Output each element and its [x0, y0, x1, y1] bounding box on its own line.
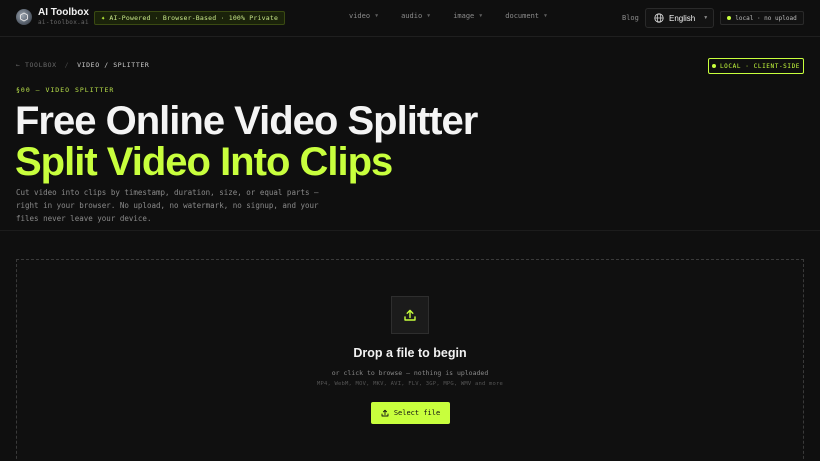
- breadcrumb-current: VIDEO / SPLITTER: [77, 61, 150, 69]
- chevron-down-icon: ▼: [544, 13, 548, 19]
- nav-item-label: image: [453, 12, 475, 20]
- chevron-down-icon: ▼: [703, 15, 709, 21]
- page-subtitle: Split Video Into Clips: [15, 140, 393, 184]
- section-divider: [0, 230, 820, 231]
- local-status-text: local · no upload: [735, 14, 797, 22]
- logo-icon: [16, 9, 32, 25]
- nav-item-label: document: [505, 12, 539, 20]
- ai-powered-badge-text: AI-Powered · Browser-Based · 100% Privat…: [109, 14, 279, 22]
- select-file-button[interactable]: Select file: [371, 402, 450, 424]
- nav-item-audio[interactable]: audio ▼: [401, 12, 430, 20]
- logo-title: AI Toolbox: [38, 7, 89, 18]
- upload-icon: [404, 309, 416, 321]
- nav-item-image[interactable]: image ▼: [453, 12, 482, 20]
- sparkle-icon: ✦: [101, 14, 106, 22]
- drop-zone-title: Drop a file to begin: [353, 346, 467, 360]
- select-file-label: Select file: [393, 409, 441, 417]
- supported-formats: MP4, WebM, MOV, MKV, AVI, FLV, 3GP, MPG,…: [316, 381, 504, 387]
- breadcrumb-toolbox-link[interactable]: ← TOOLBOX: [16, 61, 57, 69]
- local-status-badge: local · no upload: [720, 11, 804, 25]
- drop-zone-subtitle: or click to browse — nothing is uploaded: [331, 369, 489, 377]
- page-description: Cut video into clips by timestamp, durat…: [16, 188, 319, 223]
- client-side-badge: LOCAL · CLIENT-SIDE: [708, 58, 804, 74]
- status-dot-icon: [727, 16, 732, 20]
- breadcrumb-separator: /: [64, 61, 70, 69]
- nav-item-label: audio: [401, 12, 423, 20]
- main-nav: video ▼ audio ▼ image ▼ document ▼: [349, 12, 570, 20]
- upload-icon-box[interactable]: [391, 296, 429, 334]
- page-title: Free Online Video Splitter: [15, 99, 478, 143]
- file-drop-zone[interactable]: [16, 259, 804, 461]
- nav-item-video[interactable]: video ▼: [349, 12, 378, 20]
- client-side-badge-text: LOCAL · CLIENT-SIDE: [719, 62, 801, 70]
- blog-link[interactable]: Blog: [622, 14, 639, 22]
- language-label: English: [669, 13, 696, 23]
- upload-icon: [381, 409, 389, 417]
- language-selector[interactable]: English ▼: [645, 8, 714, 28]
- section-eyebrow: §00 — VIDEO SPLITTER: [16, 86, 115, 94]
- nav-item-document[interactable]: document ▼: [505, 12, 547, 20]
- chevron-down-icon: ▼: [427, 13, 431, 19]
- chevron-down-icon: ▼: [479, 13, 483, 19]
- status-dot-icon: [711, 64, 716, 68]
- nav-item-label: video: [349, 12, 371, 20]
- breadcrumb: ← TOOLBOX / VIDEO / SPLITTER: [16, 61, 149, 69]
- globe-icon: [654, 13, 664, 23]
- ai-powered-badge: ✦ AI-Powered · Browser-Based · 100% Priv…: [94, 11, 286, 25]
- logo-subtitle: ai-toolbox.ai: [38, 19, 89, 26]
- chevron-down-icon: ▼: [375, 13, 379, 19]
- logo[interactable]: AI Toolbox ai-toolbox.ai: [16, 8, 89, 26]
- top-header: AI Toolbox ai-toolbox.ai ✦ AI-Powered · …: [0, 0, 820, 37]
